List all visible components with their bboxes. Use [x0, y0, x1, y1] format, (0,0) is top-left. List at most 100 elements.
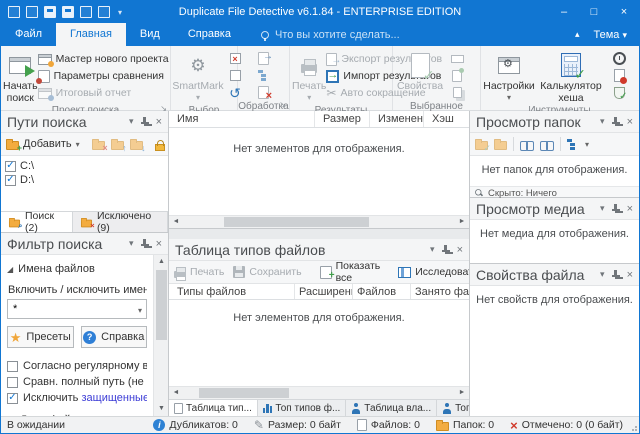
error-log-button[interactable] — [610, 68, 628, 83]
pin-icon[interactable] — [612, 204, 620, 213]
open-file-button[interactable] — [448, 68, 466, 83]
minimize-button[interactable]: – — [549, 1, 579, 23]
print-results-button[interactable]: Печать ▾ — [292, 49, 326, 104]
qat-customize-icon[interactable]: ▾ — [118, 8, 122, 17]
maximize-button[interactable]: □ — [579, 1, 609, 23]
tab-view[interactable]: Вид — [126, 23, 174, 46]
pattern-input[interactable] — [8, 300, 146, 318]
close-panel-icon[interactable]: × — [156, 238, 162, 250]
column-extension[interactable]: Расширение — [295, 284, 353, 299]
results-hscrollbar[interactable]: ◄ ► — [169, 215, 469, 228]
new-project-wizard-button[interactable]: Мастер нового проекта — [38, 51, 169, 67]
pattern-combo[interactable]: ▾ — [7, 299, 147, 319]
path-checkbox[interactable] — [5, 161, 16, 172]
exclude-protected-checkbox-row[interactable]: Исключить защищенные типы файлов — [7, 390, 147, 406]
horizontal-splitter[interactable] — [169, 229, 469, 239]
remove-path-icon[interactable]: × — [92, 141, 105, 150]
regex-checkbox-row[interactable]: Согласно регулярному выражению — [7, 358, 147, 374]
tab-search-paths[interactable]: ⌕ Поиск (2) — [1, 212, 73, 232]
tab-excluded-paths[interactable]: × Исключено (9) — [73, 212, 168, 232]
folder-check-icon[interactable]: ✓ — [475, 141, 488, 150]
find-next-icon[interactable] — [540, 141, 554, 150]
panel-menu-icon[interactable]: ▾ — [600, 203, 605, 214]
tab-help[interactable]: Справка — [174, 23, 245, 46]
new-project-icon[interactable] — [8, 6, 20, 18]
export-window-icon[interactable] — [62, 6, 74, 18]
filetype-save-button[interactable]: Сохранить — [233, 266, 301, 278]
pin-icon[interactable] — [141, 239, 149, 248]
lock-icon[interactable] — [155, 144, 165, 151]
regex-checkbox[interactable] — [7, 361, 18, 372]
column-file-types[interactable]: Типы файлов — [169, 284, 295, 299]
collapse-ribbon-icon[interactable]: ▴ — [575, 29, 580, 40]
print-icon[interactable] — [80, 6, 92, 18]
filter-scrollbar[interactable]: ▲ ▼ — [153, 255, 168, 416]
start-search-button[interactable]: Начать поиск — [3, 49, 38, 104]
move-path-up-icon[interactable]: ↑ — [111, 141, 124, 150]
open-project-icon[interactable] — [26, 6, 38, 18]
column-name[interactable]: Имя — [169, 111, 315, 127]
scrollbar-thumb[interactable] — [199, 388, 289, 398]
column-modified[interactable]: Изменено — [370, 111, 424, 127]
pin-icon[interactable] — [141, 117, 149, 126]
panel-menu-icon[interactable]: ▾ — [129, 116, 134, 127]
explore-button[interactable]: Исследовать — [398, 266, 478, 278]
save-icon[interactable] — [44, 6, 56, 18]
tree-view-icon[interactable] — [567, 139, 579, 150]
panel-menu-icon[interactable]: ▾ — [129, 238, 134, 249]
filetype-hscrollbar[interactable]: ◄ ► — [169, 386, 469, 399]
resize-grip[interactable] — [629, 423, 637, 431]
find-icon[interactable] — [520, 141, 534, 150]
combo-caret-icon[interactable]: ▾ — [138, 306, 142, 315]
column-hash[interactable]: Хэш — [424, 111, 469, 127]
scrollbar-thumb[interactable] — [224, 217, 369, 227]
panel-menu-icon[interactable]: ▾ — [600, 269, 605, 280]
file-actions-button[interactable] — [255, 68, 273, 83]
pin-icon[interactable] — [612, 270, 620, 279]
print-preview-icon[interactable] — [98, 6, 110, 18]
protected-types-button[interactable] — [610, 85, 628, 100]
compare-options-button[interactable]: Параметры сравнения — [38, 68, 169, 84]
path-row[interactable]: D:\ — [5, 173, 164, 187]
fullpath-checkbox-row[interactable]: Сравн. полный путь (не только имя) — [7, 374, 147, 390]
close-panel-icon[interactable]: × — [156, 116, 162, 128]
tab-filetype-table[interactable]: Таблица тип... — [169, 400, 258, 416]
filetype-print-button[interactable]: Печать — [174, 266, 224, 278]
section-file-names[interactable]: ◢ Имена файлов — [7, 260, 147, 278]
close-panel-icon[interactable]: × — [627, 116, 633, 128]
hash-calculator-button[interactable]: ✓ Калькулятор хеша — [535, 49, 607, 104]
summary-report-button[interactable]: Итоговый отчет — [38, 85, 169, 101]
close-panel-icon[interactable]: × — [457, 244, 463, 256]
close-button[interactable]: × — [609, 1, 639, 23]
move-path-down-icon[interactable]: ↓ — [130, 141, 143, 150]
scrollbar-thumb[interactable] — [156, 270, 167, 340]
copy-path-button[interactable] — [448, 85, 466, 100]
delete-files-button[interactable]: × — [255, 85, 273, 100]
tell-me-search[interactable]: Что вы хотите сделать... — [261, 23, 400, 46]
exclude-protected-checkbox[interactable] — [7, 393, 18, 404]
column-occupied[interactable]: Занято файлами — [411, 284, 469, 299]
scheduler-button[interactable] — [610, 51, 628, 66]
folder-uncheck-icon[interactable] — [494, 141, 507, 150]
pin-icon[interactable] — [442, 245, 450, 254]
close-panel-icon[interactable]: × — [627, 203, 633, 215]
rename-button[interactable] — [448, 51, 466, 66]
tab-top-types[interactable]: Топ типов ф... — [258, 400, 346, 416]
settings-button[interactable]: ⚙ Настройки ▾ — [483, 49, 535, 104]
smartmark-button[interactable]: ⚙ SmartMark ▾ — [173, 49, 223, 104]
tab-file[interactable]: Файл — [1, 23, 56, 46]
theme-menu[interactable]: Тема ▾ — [594, 29, 628, 41]
panel-menu-icon[interactable]: ▾ — [430, 244, 435, 255]
move-files-button[interactable]: → — [255, 51, 273, 66]
help-button[interactable]: ? Справка — [81, 326, 148, 348]
tab-owner-table[interactable]: Таблица вла... — [346, 400, 437, 416]
tab-home[interactable]: Главная — [56, 23, 126, 46]
add-path-button[interactable]: + Добавить ▾ — [6, 138, 80, 150]
pin-icon[interactable] — [612, 117, 620, 126]
show-all-button[interactable]: + Показать все — [320, 260, 381, 284]
protected-types-link[interactable]: защищенные типы файлов — [81, 392, 147, 404]
column-files[interactable]: Файлов — [353, 284, 411, 299]
properties-button[interactable]: ✓ Свойства — [395, 49, 445, 100]
fullpath-checkbox[interactable] — [7, 377, 18, 388]
processing-dialog-launcher[interactable]: ↘ — [279, 98, 286, 112]
